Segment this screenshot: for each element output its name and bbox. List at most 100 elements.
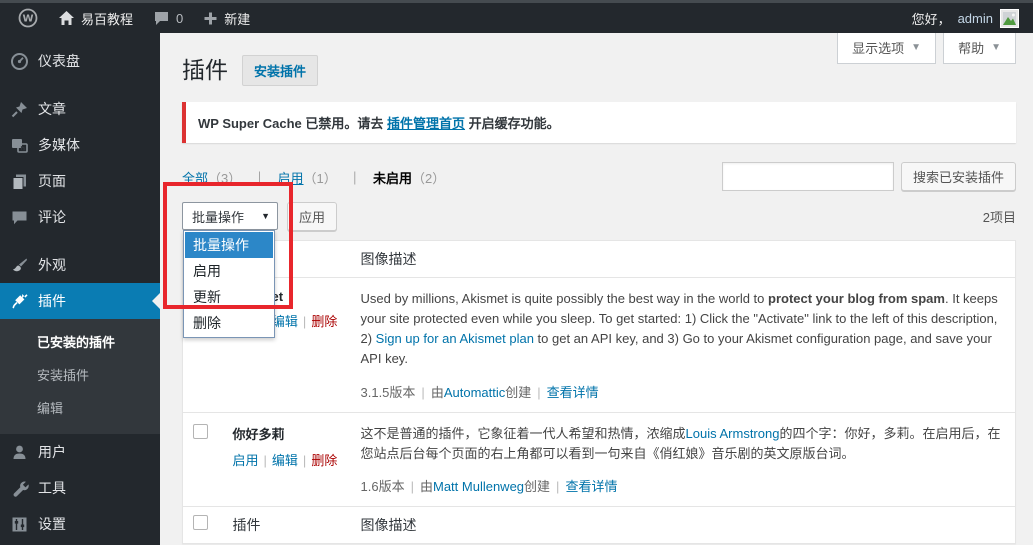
site-name: 易百教程 (81, 11, 134, 27)
sliders-icon (9, 515, 29, 534)
svg-text:W: W (22, 14, 33, 25)
filter-active-link[interactable]: 启用 (278, 171, 304, 186)
sidebar-item-appearance[interactable]: 外观 (0, 247, 160, 283)
user-icon (9, 443, 29, 462)
sidebar-item-label: 页面 (38, 173, 66, 189)
page-title: 插件 (182, 56, 228, 83)
plug-icon (9, 292, 29, 311)
sidebar-item-label: 工具 (38, 480, 66, 496)
filter-inactive-count: （2） (412, 171, 446, 186)
comments-link[interactable]: 0 (145, 3, 191, 33)
submenu-installed-plugins[interactable]: 已安装的插件 (0, 325, 160, 358)
louis-armstrong-link[interactable]: Louis Armstrong (686, 426, 780, 441)
sidebar-item-label: 外观 (38, 257, 66, 273)
plugin-meta: 3.1.5版本 | 由Automattic创建 | 查看详情 (360, 384, 599, 400)
table-footer-row: 插件 图像描述 (182, 506, 1016, 543)
wrench-icon (9, 479, 29, 498)
activate-link[interactable]: 启用 (233, 453, 259, 468)
delete-link[interactable]: 删除 (311, 314, 337, 329)
comment-bubble-icon (9, 208, 29, 227)
main-content: 显示选项 ▼ 帮助 ▼ 插件 安装插件 WP Super Cache 已禁用。请… (160, 33, 1033, 545)
help-label: 帮助 (958, 41, 985, 56)
search-plugins-button[interactable]: 搜索已安装插件 (900, 162, 1016, 191)
search-input[interactable] (721, 162, 894, 191)
author-link[interactable]: Matt Mullenweg (433, 479, 524, 494)
filter-all-link[interactable]: 全部 (182, 171, 208, 186)
select-all-checkbox[interactable] (193, 514, 208, 530)
new-content-link[interactable]: 新建 (195, 3, 258, 33)
admin-bar: W 易百教程 0 新建 您好， admin (0, 3, 1033, 33)
sidebar-item-tools[interactable]: 工具 (0, 470, 160, 506)
media-icon (9, 136, 29, 155)
paintbrush-icon (9, 256, 29, 275)
sidebar-item-label: 设置 (38, 516, 66, 532)
filter-all-count: （3） (208, 171, 242, 186)
submenu-editor[interactable]: 编辑 (0, 391, 160, 424)
status-filter-links: 全部（3） ｜ 启用（1） ｜ 未启用（2） (182, 168, 445, 191)
author-link[interactable]: Automattic (444, 385, 505, 400)
notice-text: 开启缓存功能。 (465, 116, 560, 131)
row-checkbox[interactable] (193, 423, 208, 439)
bulk-action-select[interactable]: 批量操作 ▼ (182, 202, 278, 230)
plus-icon (203, 11, 218, 26)
pages-icon (9, 172, 29, 191)
comments-icon (153, 10, 170, 26)
menu-separator (0, 79, 160, 91)
submenu-install-plugin[interactable]: 安装插件 (0, 358, 160, 391)
dropdown-option-update[interactable]: 更新 (185, 284, 273, 310)
help-button[interactable]: 帮助 ▼ (943, 33, 1016, 64)
edit-link[interactable]: 编辑 (272, 453, 298, 468)
column-header-description: 图像描述 (360, 251, 417, 267)
home-icon (58, 10, 75, 26)
menu-separator (0, 235, 160, 247)
screen-options-label: 显示选项 (852, 41, 905, 56)
wordpress-logo-icon[interactable]: W (10, 3, 46, 33)
sidebar-item-label: 仪表盘 (38, 53, 80, 69)
admin-notice: WP Super Cache 已禁用。请去 插件管理首页 开启缓存功能。 (182, 102, 1016, 143)
filter-separator: ｜ (252, 171, 266, 186)
sidebar-item-comments[interactable]: 评论 (0, 199, 160, 235)
dropdown-option-bulk[interactable]: 批量操作 (185, 232, 273, 258)
sidebar-item-media[interactable]: 多媒体 (0, 127, 160, 163)
sidebar-item-label: 评论 (38, 209, 66, 225)
column-footer-plugin: 插件 (232, 516, 261, 533)
table-row: Akismet 启用|编辑|删除 Used by millions, Akism… (182, 277, 1016, 413)
akismet-signup-link[interactable]: Sign up for an Akismet plan (376, 331, 534, 346)
current-user-link[interactable]: admin (958, 11, 993, 26)
screen-options-button[interactable]: 显示选项 ▼ (837, 33, 937, 64)
column-footer-description: 图像描述 (360, 516, 417, 533)
dropdown-option-activate[interactable]: 启用 (185, 258, 273, 284)
tablenav-top: 批量操作 ▼ 批量操作 启用 更新 删除 应用 2项目 (182, 201, 1016, 338)
plugin-name: 你好多莉 (232, 426, 285, 442)
comment-count: 0 (176, 10, 184, 26)
sidebar: 仪表盘 文章 多媒体 页面 评论 外观 插件 已安装的插件 安装插件 编辑 用户… (0, 33, 160, 545)
filter-search-row: 全部（3） ｜ 启用（1） ｜ 未启用（2） 搜索已安装插件 (182, 162, 1016, 191)
site-home-link[interactable]: 易百教程 (50, 3, 141, 33)
plugins-submenu: 已安装的插件 安装插件 编辑 (0, 319, 160, 434)
sidebar-item-label: 用户 (38, 444, 66, 460)
avatar[interactable] (1000, 8, 1019, 28)
bulk-action-selected-value: 批量操作 (192, 209, 245, 225)
sidebar-item-dashboard[interactable]: 仪表盘 (0, 43, 160, 79)
pushpin-icon (9, 100, 29, 119)
plugins-table: 插件 图像描述 Akismet 启用|编辑|删除 Used by million… (182, 240, 1016, 544)
apply-button[interactable]: 应用 (287, 201, 338, 231)
edit-link[interactable]: 编辑 (272, 314, 298, 329)
sidebar-item-pages[interactable]: 页面 (0, 163, 160, 199)
view-details-link[interactable]: 查看详情 (547, 385, 599, 400)
chevron-down-icon: ▼ (911, 42, 922, 53)
filter-separator: ｜ (348, 171, 362, 186)
filter-inactive-current[interactable]: 未启用 (373, 171, 412, 186)
plugin-admin-home-link[interactable]: 插件管理首页 (387, 116, 465, 131)
add-new-plugin-button[interactable]: 安装插件 (242, 55, 319, 86)
sidebar-item-users[interactable]: 用户 (0, 434, 160, 470)
view-details-link[interactable]: 查看详情 (565, 479, 617, 494)
sidebar-item-label: 多媒体 (38, 137, 80, 153)
dropdown-option-delete[interactable]: 删除 (185, 310, 273, 336)
sidebar-item-posts[interactable]: 文章 (0, 91, 160, 127)
bulk-action-dropdown-list: 批量操作 启用 更新 删除 (183, 230, 275, 338)
sidebar-item-settings[interactable]: 设置 (0, 506, 160, 542)
sidebar-item-plugins[interactable]: 插件 (0, 283, 160, 319)
filter-active-count: （1） (303, 171, 337, 186)
delete-link[interactable]: 删除 (311, 453, 337, 468)
